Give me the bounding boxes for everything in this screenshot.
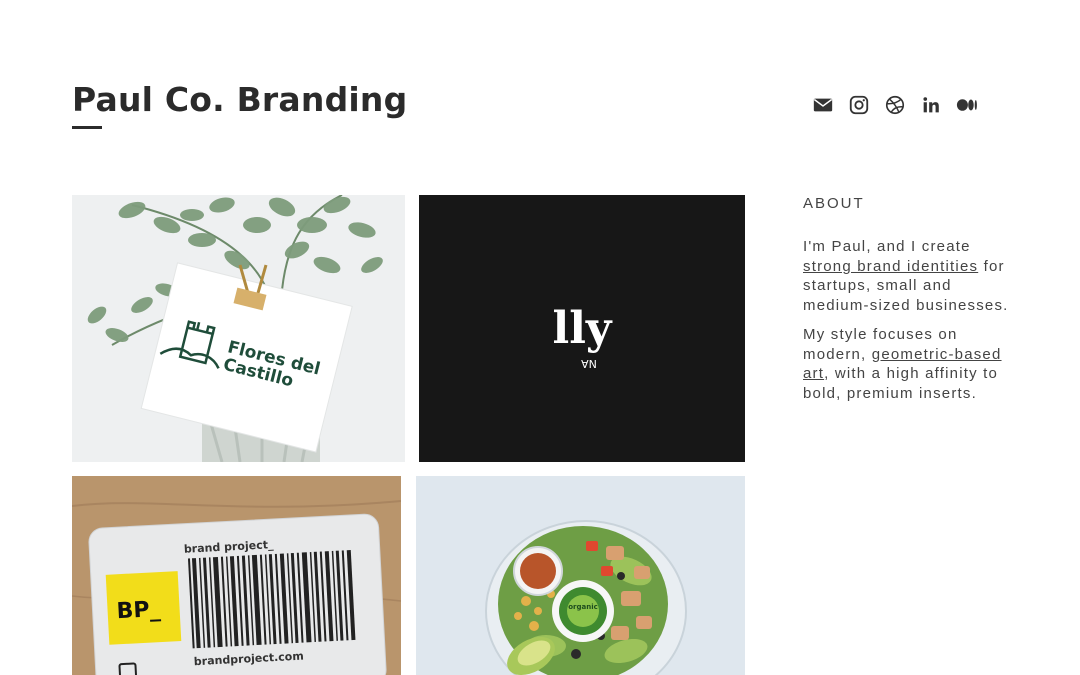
portfolio-tile-lly[interactable]: lly NA (419, 195, 745, 462)
site-title[interactable]: Paul Co. Branding (72, 80, 407, 119)
instagram-icon[interactable] (848, 94, 870, 116)
about-paragraph-2: My style focuses on modern, geometric-ba… (803, 326, 1002, 402)
social-links (812, 94, 978, 116)
salad-label: organic (568, 603, 598, 611)
about-paragraph-1: I'm Paul, and I create strong brand iden… (803, 238, 1009, 314)
envelope-icon[interactable] (812, 94, 834, 116)
about-heading: ABOUT (803, 195, 865, 212)
lly-logo-subtext: NA (581, 357, 597, 370)
linkedin-icon[interactable] (920, 94, 942, 116)
title-underline (72, 126, 102, 129)
medium-icon[interactable] (956, 94, 978, 116)
portfolio-tile-brand-project[interactable]: brand project_ BP_ brandproject.com (72, 476, 401, 675)
portfolio-tile-salad-bowl[interactable]: organic (416, 476, 745, 675)
about-section: ABOUT I'm Paul, and I create strong bran… (803, 195, 1018, 413)
brand-project-badge: BP_ (116, 597, 161, 624)
portfolio-tile-flores-del-castillo[interactable]: Flores del Castillo (72, 195, 405, 462)
dribbble-icon[interactable] (884, 94, 906, 116)
strong-brand-identities-link[interactable]: strong brand identities (803, 258, 978, 275)
lly-logo-text: lly (553, 303, 613, 354)
